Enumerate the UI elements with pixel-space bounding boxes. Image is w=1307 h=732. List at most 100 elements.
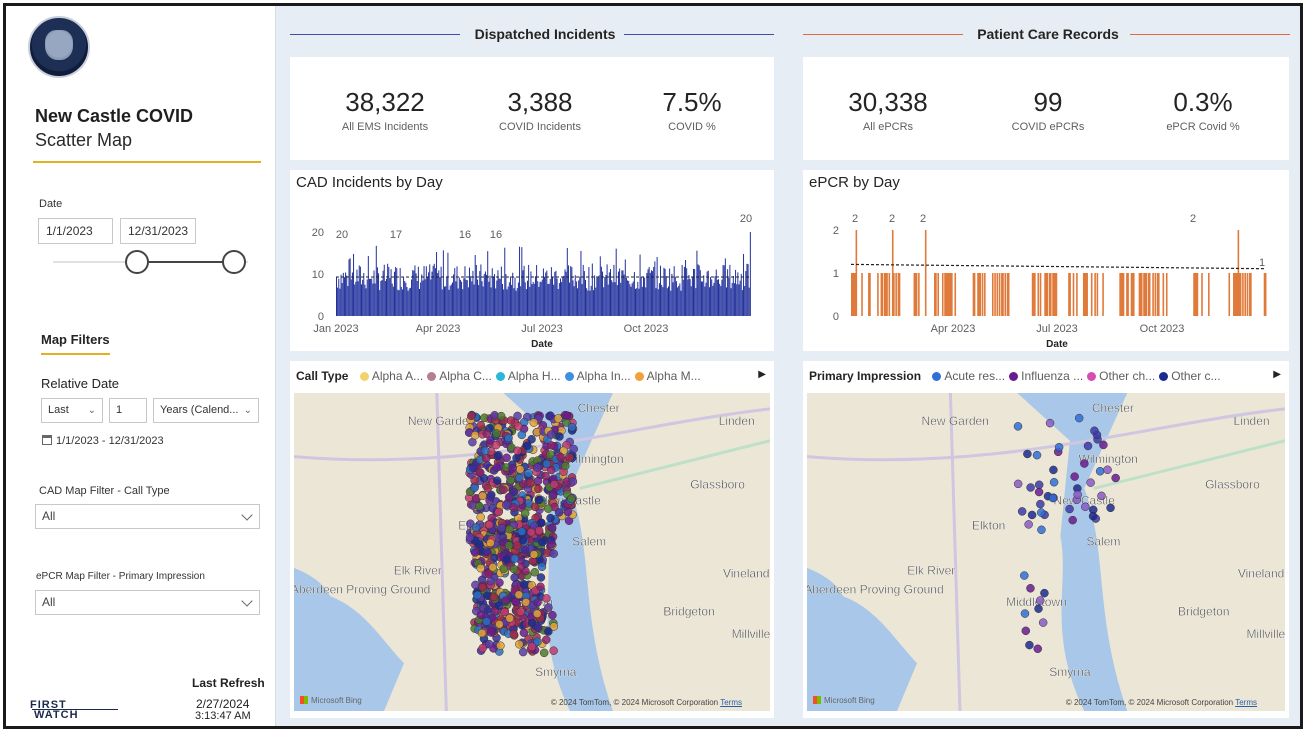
terms-link[interactable]: Terms	[1235, 698, 1257, 707]
agency-badge-logo	[28, 16, 90, 78]
legend-item[interactable]: Acute res...	[944, 369, 1005, 383]
map-point	[520, 509, 530, 518]
bar	[481, 281, 483, 316]
bar	[572, 280, 574, 316]
date-end-input[interactable]: 12/31/2023	[120, 218, 196, 244]
bar	[1148, 273, 1151, 316]
map-point	[516, 607, 526, 616]
date-start-input[interactable]: 1/1/2023	[38, 218, 113, 244]
map-point	[492, 429, 501, 438]
epcr-scatter-map[interactable]: Chester New Garden Linden Glassboro Elkton Sa…	[807, 393, 1285, 711]
bar	[425, 266, 427, 316]
epcr-filter-label: ePCR Map Filter - Primary Impression	[36, 571, 205, 582]
bar	[383, 264, 385, 316]
bar	[1090, 273, 1093, 316]
bar	[877, 273, 879, 316]
relative-count-input[interactable]: 1	[109, 398, 147, 423]
legend-item[interactable]: Alpha In...	[577, 369, 631, 383]
legend-item[interactable]: Alpha M...	[647, 369, 701, 383]
bar	[541, 279, 543, 316]
map-point	[1045, 418, 1055, 428]
date-slider-end-handle[interactable]	[222, 250, 246, 274]
title-divider	[33, 161, 261, 163]
map-point	[491, 440, 501, 450]
date-slider-start-handle[interactable]	[125, 250, 149, 274]
map-point	[494, 507, 503, 517]
bar	[388, 266, 390, 316]
map-point	[1073, 490, 1082, 499]
bar	[462, 289, 464, 316]
bar	[563, 275, 565, 316]
bar	[642, 276, 644, 316]
map-point	[569, 444, 579, 454]
map-filters-heading: Map Filters	[41, 332, 110, 355]
bar	[562, 277, 564, 316]
bar	[1076, 273, 1078, 316]
last-refresh-label: Last Refresh	[192, 676, 265, 690]
legend-item[interactable]: Other c...	[1171, 369, 1220, 383]
cad-map-legend: Call Type Alpha A... Alpha C... Alpha H...…	[296, 369, 701, 383]
legend-item[interactable]: Alpha H...	[508, 369, 561, 383]
relative-mode-select[interactable]: Last ⌄	[41, 398, 103, 423]
x-tick-label: Jul 2023	[1036, 323, 1078, 335]
bing-logo: Microsoft Bing	[300, 696, 362, 705]
data-label: 2	[889, 213, 895, 225]
legend-item[interactable]: Influenza ...	[1021, 369, 1083, 383]
map-point	[1023, 449, 1032, 459]
bar	[710, 277, 712, 316]
bar	[532, 281, 534, 316]
bar	[640, 277, 642, 316]
legend-item[interactable]: Alpha C...	[439, 369, 492, 383]
legend-next-arrow[interactable]: ▶	[758, 369, 766, 380]
kpi-all-epcrs: 30,338 All ePCRs	[823, 87, 953, 133]
map-point	[489, 592, 499, 602]
bar	[552, 277, 554, 316]
bar	[339, 288, 341, 316]
map-point	[482, 429, 492, 439]
map-point	[1081, 502, 1090, 512]
bar	[924, 230, 927, 316]
cad-filter-dropdown[interactable]: All	[35, 504, 260, 529]
bar	[374, 283, 376, 316]
bar	[528, 264, 530, 316]
y-tick-label: 2	[833, 225, 839, 237]
bar	[589, 290, 591, 316]
bar	[604, 277, 606, 316]
map-point	[1048, 493, 1058, 503]
bar	[358, 265, 360, 316]
cad-scatter-map[interactable]: ChesterNew GardenLindenGlassboroElktonSa…	[294, 393, 770, 711]
bar	[404, 281, 406, 316]
bar	[530, 271, 532, 316]
bar	[362, 279, 364, 316]
bar	[505, 274, 507, 316]
bar	[675, 281, 677, 316]
map-point	[1027, 510, 1037, 520]
bar	[458, 277, 460, 316]
bar	[472, 270, 474, 316]
map-point	[525, 478, 535, 488]
legend-item[interactable]: Alpha A...	[372, 369, 423, 383]
bar	[442, 250, 444, 316]
map-point	[1106, 503, 1115, 513]
bar	[419, 288, 420, 316]
legend-item[interactable]: Other ch...	[1099, 369, 1155, 383]
map-point	[548, 490, 558, 500]
epcr-filter-dropdown[interactable]: All	[35, 590, 260, 615]
bar	[445, 286, 447, 316]
bar	[379, 290, 381, 316]
terms-link[interactable]: Terms	[720, 698, 742, 707]
bar	[996, 273, 999, 316]
relative-unit-select[interactable]: Years (Calend... ⌄	[153, 398, 259, 423]
map-point	[486, 628, 496, 637]
legend-next-arrow[interactable]: ▶	[1273, 369, 1281, 380]
bar	[616, 285, 618, 316]
y-tick-label: 0	[833, 311, 839, 323]
map-point	[534, 495, 544, 505]
map-point	[532, 463, 542, 472]
y-tick-label: 20	[312, 227, 324, 239]
bar	[1034, 273, 1036, 316]
date-slicer-label: Date	[39, 198, 63, 210]
bar	[469, 267, 471, 316]
bar	[1157, 273, 1160, 316]
bar	[1140, 273, 1143, 316]
